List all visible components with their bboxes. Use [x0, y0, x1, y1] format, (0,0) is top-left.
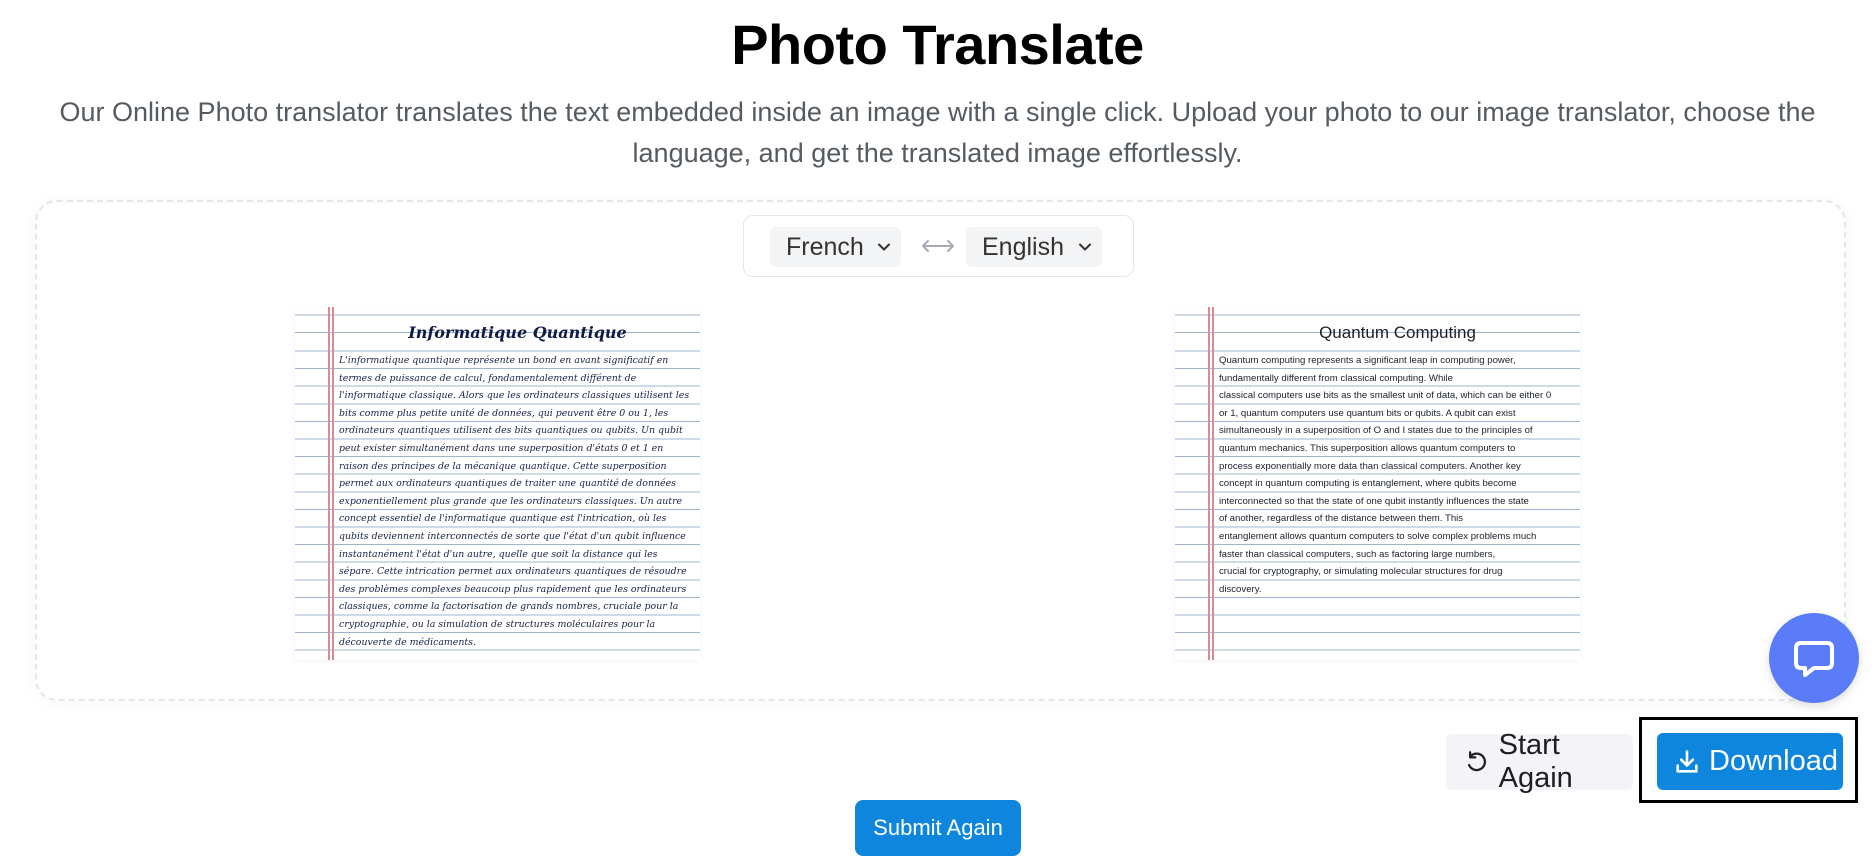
original-image: Informatique Quantique L'informatique qu…: [295, 307, 700, 660]
refresh-icon: [1468, 751, 1486, 772]
target-language-label: English: [982, 232, 1064, 261]
start-again-label: Start Again: [1498, 729, 1573, 794]
chat-button[interactable]: [1769, 613, 1859, 703]
text-line: sépare. Cette intrication permet aux ord…: [339, 566, 687, 578]
text-line: classical computers use bits as the smal…: [1219, 390, 1552, 402]
text-line: classiques, comme la factorisation de gr…: [339, 601, 679, 613]
translated-image-title: Quantum Computing: [1319, 323, 1476, 342]
text-line: raison des principes de la mécanique qua…: [339, 460, 667, 472]
translated-image-text: Quantum computing represents a significa…: [1219, 352, 1551, 598]
translated-image: Quantum Computing Quantum computing repr…: [1175, 307, 1580, 660]
text-line: quantum mechanics. This superposition al…: [1219, 442, 1516, 454]
source-language-select[interactable]: French: [770, 227, 901, 267]
page-subtitle: Our Online Photo translator translates t…: [59, 97, 1816, 168]
margin-line: [1208, 307, 1210, 660]
text-line: concept essentiel de l'informatique quan…: [339, 513, 667, 525]
text-line: entanglement allows quantum computers to…: [1219, 530, 1537, 542]
text-line: cryptographie, ou la simulation de struc…: [339, 618, 656, 630]
page-title: Photo Translate: [731, 13, 1144, 76]
swap-arrows-icon[interactable]: [921, 237, 955, 255]
text-line: of another, regardless of the distance b…: [1219, 513, 1464, 525]
text-line: bits comme plus petite unité de données,…: [339, 407, 669, 419]
language-selector-bar: French English: [743, 215, 1134, 277]
text-line: l'informatique classique. Alors que les …: [339, 390, 690, 402]
text-line: instantanément l'état d'un autre, quelle…: [339, 548, 658, 560]
text-line: des problèmes complexes beaucoup plus ra…: [339, 583, 687, 595]
download-label: Download: [1709, 745, 1838, 777]
text-line: concept in quantum computing is entangle…: [1219, 478, 1517, 490]
start-again-button[interactable]: Start Again: [1446, 729, 1633, 794]
text-line: découverte de médicaments.: [339, 636, 476, 648]
text-line: process exponentially more data than cla…: [1219, 460, 1521, 472]
target-language-select[interactable]: English: [966, 227, 1102, 267]
text-line: qubits deviennent interconnectés de sort…: [339, 530, 686, 542]
text-line: permet aux ordinateurs quantiques de tra…: [339, 478, 676, 490]
text-line: faster than classical computers, such as…: [1219, 548, 1496, 560]
text-line: Quantum computing represents a significa…: [1219, 355, 1516, 366]
text-line: ordinateurs quantiques utilisent des bit…: [339, 425, 683, 437]
submit-again-button[interactable]: Submit Again: [855, 800, 1021, 856]
text-line: interconnected so that the state of one …: [1219, 495, 1529, 507]
text-line: crucial for cryptography, or simulating …: [1219, 566, 1503, 578]
chevron-down-icon: [878, 243, 890, 251]
margin-line: [1212, 307, 1214, 660]
source-language-label: French: [786, 232, 864, 261]
text-line: fundamentally different from classical c…: [1219, 372, 1453, 384]
download-icon: [1676, 749, 1698, 773]
text-line: termes de puissance de calcul, fondament…: [339, 372, 637, 384]
text-line: L'informatique quantique représente un b…: [339, 355, 669, 366]
text-line: exponentiellement plus grande que les or…: [339, 495, 683, 507]
text-line: or 1, quantum computers use quantum bits…: [1219, 407, 1516, 419]
text-line: discovery.: [1219, 583, 1262, 595]
margin-line: [328, 307, 330, 660]
original-image-text: L'informatique quantique représente un b…: [339, 352, 689, 651]
margin-line: [332, 307, 334, 660]
text-line: peut exister simultanément dans une supe…: [339, 442, 664, 454]
text-line: simultaneously in a superposition of O a…: [1219, 425, 1533, 437]
chevron-down-icon: [1079, 243, 1091, 251]
chat-icon: [1794, 641, 1834, 677]
download-button[interactable]: Download: [1657, 733, 1843, 790]
original-image-title: Informatique Quantique: [408, 323, 627, 342]
